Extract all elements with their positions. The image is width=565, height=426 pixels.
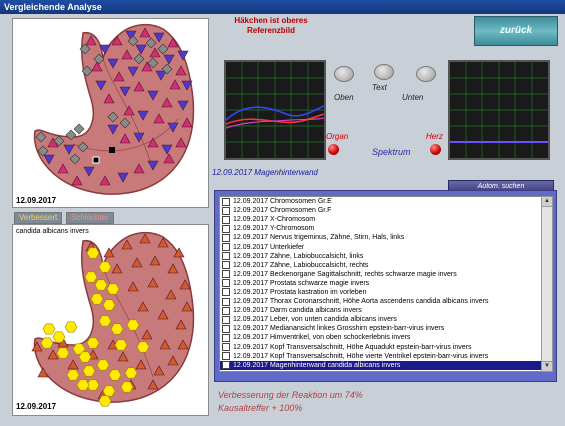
list-item-checkbox[interactable] — [222, 297, 230, 306]
list-item-checkbox[interactable] — [222, 306, 230, 315]
list-item[interactable]: 12.09.2017 Unterkiefer — [220, 242, 541, 252]
top-stomach-panel[interactable] — [12, 18, 209, 208]
list-item[interactable]: 12.09.2017 X-Chromosom — [220, 215, 541, 224]
analysis-list[interactable]: 12.09.2017 Chromosomen Gr.E 12.09.2017 Ch… — [219, 196, 542, 372]
list-scrollbar[interactable]: ▲ ▼ — [541, 196, 553, 372]
organ-led[interactable] — [328, 144, 339, 155]
herz-label: Herz — [426, 132, 443, 141]
organ-waveform — [225, 62, 325, 158]
title-bar: Vergleichende Analyse — [0, 0, 565, 14]
list-item-label: 12.09.2017 Thorax Coronarschnitt, Höhe A… — [233, 298, 489, 306]
list-item-checkbox[interactable] — [222, 352, 230, 361]
list-item-label: 12.09.2017 Kopf Transversalschnitt, Höhe… — [233, 352, 489, 360]
tab-verbessert[interactable]: Verbessert — [14, 212, 63, 224]
list-item-checkbox[interactable] — [222, 215, 230, 224]
list-item[interactable]: 12.09.2017 Y-Chromosom — [220, 224, 541, 233]
list-item-checkbox[interactable] — [222, 252, 230, 261]
list-item-label: 12.09.2017 Prostata schwarze magie inver… — [233, 279, 370, 287]
stomach-image-bottom — [31, 231, 195, 407]
list-item[interactable]: 12.09.2017 Darm candida albicans invers — [220, 306, 541, 315]
organ-oscilloscope — [224, 60, 326, 160]
list-item-label: 12.09.2017 Darm candida albicans invers — [233, 307, 362, 315]
bottom-date: 12.09.2017 — [16, 402, 57, 411]
stomach-image-top — [33, 23, 195, 195]
result-line-1: Verbesserung der Reaktion um 74% — [218, 390, 363, 400]
list-item[interactable]: 12.09.2017 Nervus trigeminus, Zähne, Sti… — [220, 233, 541, 242]
list-item-checkbox[interactable] — [222, 333, 230, 342]
text-label: Text — [372, 83, 387, 92]
list-item-label: 12.09.2017 Zähne, Labiobuccalsicht, link… — [233, 252, 364, 260]
list-item-label: 12.09.2017 Zähne, Labiobuccalsicht, rech… — [233, 261, 369, 269]
back-button[interactable]: zurück — [474, 16, 558, 46]
list-item[interactable]: 12.09.2017 Kopf Transversalschnitt, Höhe… — [220, 352, 541, 361]
list-item[interactable]: 12.09.2017 Beckenorgane Sagittalschnitt,… — [220, 270, 541, 279]
list-item[interactable]: 12.09.2017 Prostata schwarze magie inver… — [220, 279, 541, 288]
bottom-stomach-panel[interactable] — [12, 224, 209, 416]
unten-label: Unten — [402, 93, 424, 102]
list-item-label: 12.09.2017 Leber, von unten candida albi… — [233, 316, 397, 324]
list-item[interactable]: 12.09.2017 Chromosomen Gr.F — [220, 206, 541, 215]
list-item-checkbox[interactable] — [222, 279, 230, 288]
list-item[interactable]: 12.09.2017 Medianansicht linkes Grosshir… — [220, 324, 541, 333]
top-date: 12.09.2017 — [16, 196, 57, 205]
list-item-label: 12.09.2017 Prostata kastration im vorleb… — [233, 288, 367, 296]
analysis-list-frame: 12.09.2017 Chromosomen Gr.E 12.09.2017 Ch… — [214, 190, 557, 382]
list-item-label: 12.09.2017 Kopf Transversalschnitt, Höhe… — [233, 343, 472, 351]
unten-button[interactable] — [416, 66, 436, 82]
window-title: Vergleichende Analyse — [4, 2, 102, 12]
list-item-checkbox[interactable] — [222, 343, 230, 352]
list-item[interactable]: 12.09.2017 Thorax Coronarschnitt, Höhe A… — [220, 297, 541, 306]
list-item-checkbox[interactable] — [222, 261, 230, 270]
list-item-label: 12.09.2017 Hirnventrikel, von oben schoc… — [233, 334, 411, 342]
text-button[interactable] — [374, 64, 394, 80]
spektrum-label: Spektrum — [372, 147, 411, 157]
list-item[interactable]: 12.09.2017 Chromosomen Gr.E — [220, 197, 541, 206]
list-item-label: 12.09.2017 Nervus trigeminus, Zähne, Sti… — [233, 234, 405, 242]
list-item-label: 12.09.2017 X-Chromosom — [233, 216, 316, 224]
list-item[interactable]: 12.09.2017 Zähne, Labiobuccalsicht, link… — [220, 252, 541, 261]
list-item-checkbox[interactable] — [222, 197, 230, 206]
tab-schlechter[interactable]: Schlechter — [66, 212, 114, 224]
scrollbar-down-icon[interactable]: ▼ — [542, 361, 552, 371]
list-item-label: 12.09.2017 Chromosomen Gr.E — [233, 198, 332, 206]
list-item-checkbox[interactable] — [222, 288, 230, 297]
list-item-checkbox[interactable] — [222, 361, 230, 370]
list-item-checkbox[interactable] — [222, 224, 230, 233]
herz-waveform — [450, 62, 548, 158]
list-item[interactable]: 12.09.2017 Prostata kastration im vorleb… — [220, 288, 541, 297]
oben-label: Oben — [334, 93, 354, 102]
herz-oscilloscope — [448, 60, 550, 160]
list-item[interactable]: 12.09.2017 Kopf Transversalschnitt, Höhe… — [220, 343, 541, 352]
list-item-checkbox[interactable] — [222, 233, 230, 242]
list-item-checkbox[interactable] — [222, 270, 230, 279]
list-item-checkbox[interactable] — [222, 324, 230, 333]
list-item[interactable]: 12.09.2017 Magenhinterwand candida albic… — [220, 360, 541, 370]
list-item-label: 12.09.2017 Beckenorgane Sagittalschnitt,… — [233, 270, 457, 278]
list-item-label: 12.09.2017 Magenhinterwand candida albic… — [233, 361, 401, 369]
herz-led[interactable] — [430, 144, 441, 155]
list-item-checkbox[interactable] — [222, 243, 230, 252]
list-item-label: 12.09.2017 Unterkiefer — [233, 243, 305, 251]
list-item-label: 12.09.2017 Y-Chromosom — [233, 225, 315, 233]
list-item-checkbox[interactable] — [222, 206, 230, 215]
scrollbar-up-icon[interactable]: ▲ — [542, 197, 552, 207]
result-line-2: Kausaltreffer + 100% — [218, 403, 303, 413]
organ-label: Organ — [326, 132, 349, 141]
list-item-label: 12.09.2017 Medianansicht linkes Grosshir… — [233, 325, 445, 333]
reference-hint: Häkchen ist oberes Referenzbild — [234, 16, 308, 35]
list-item-label: 12.09.2017 Chromosomen Gr.F — [233, 207, 332, 215]
oben-button[interactable] — [334, 66, 354, 82]
list-item-checkbox[interactable] — [222, 315, 230, 324]
list-item[interactable]: 12.09.2017 Hirnventrikel, von oben schoc… — [220, 333, 541, 342]
bottom-caption: candida albicans invers — [16, 228, 89, 235]
status-line: 12.09.2017 Magenhinterwand — [212, 168, 318, 177]
list-item[interactable]: 12.09.2017 Leber, von unten candida albi… — [220, 315, 541, 324]
list-item[interactable]: 12.09.2017 Zähne, Labiobuccalsicht, rech… — [220, 261, 541, 270]
